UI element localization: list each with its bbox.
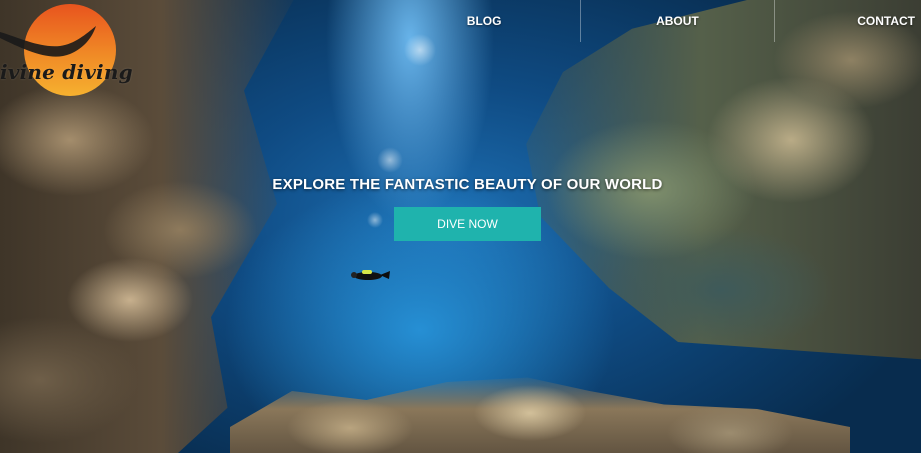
hero-section: ivine diving BLOG ABOUT CONTACT EXPLORE … xyxy=(0,0,921,453)
nav-item-about[interactable]: ABOUT xyxy=(581,0,773,42)
nav-item-contact[interactable]: CONTACT xyxy=(775,0,921,42)
main-navigation: BLOG ABOUT CONTACT xyxy=(388,0,921,42)
hero-headline: EXPLORE THE FANTASTIC BEAUTY OF OUR WORL… xyxy=(272,176,663,193)
dive-now-button[interactable]: DIVE NOW xyxy=(394,207,541,241)
diver-figure xyxy=(351,270,390,280)
logo-text: ivine diving xyxy=(0,60,133,84)
canyon-floor-rocks xyxy=(230,377,850,453)
site-logo[interactable]: ivine diving xyxy=(0,0,150,100)
nav-item-blog[interactable]: BLOG xyxy=(388,0,580,42)
